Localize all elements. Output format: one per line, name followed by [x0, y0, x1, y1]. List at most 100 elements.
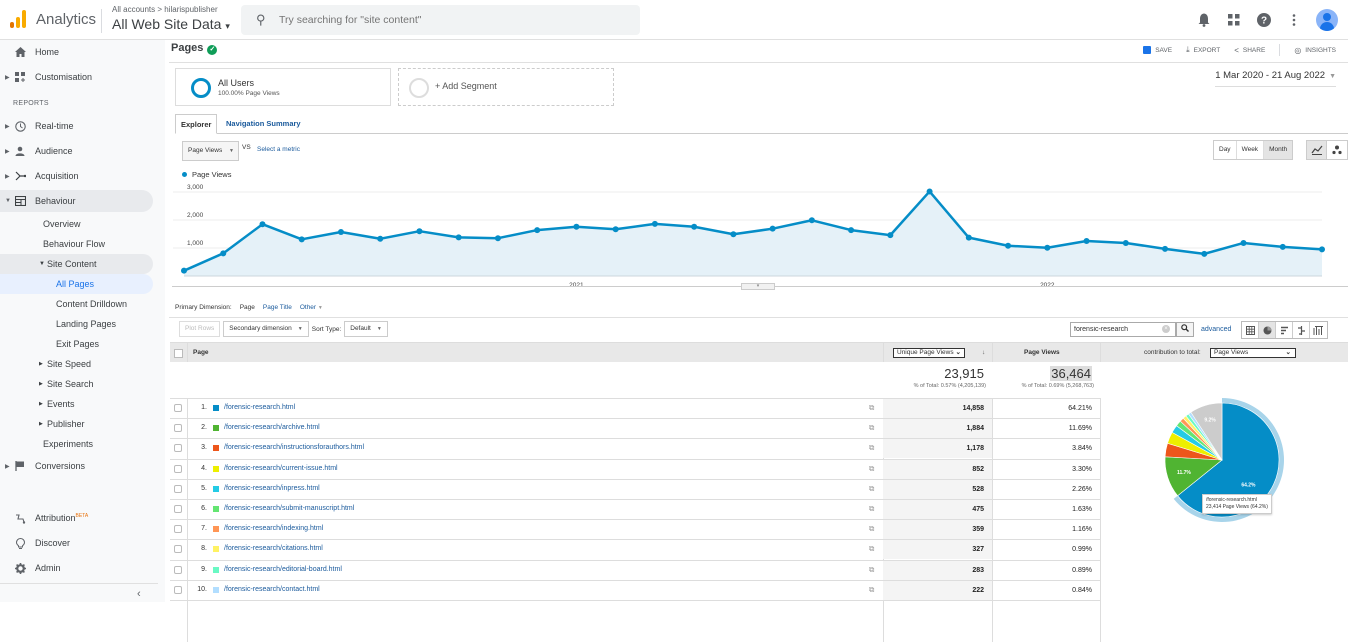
- open-page-icon[interactable]: ⧉: [869, 524, 874, 534]
- row-checkbox[interactable]: [174, 585, 182, 594]
- data-point[interactable]: [1319, 246, 1325, 253]
- advanced-filter-link[interactable]: advanced: [1201, 326, 1231, 333]
- data-point[interactable]: [1044, 244, 1051, 251]
- page-link[interactable]: /forensic-research/indexing.html: [224, 525, 323, 532]
- row-checkbox[interactable]: [174, 404, 182, 412]
- sidebar-item-customisation[interactable]: ▶ Customisation: [0, 66, 153, 88]
- open-page-icon[interactable]: ⧉: [869, 423, 874, 433]
- week-button[interactable]: Week: [1236, 141, 1265, 159]
- property-selector[interactable]: All Web Site Data ▾: [112, 16, 230, 32]
- data-point[interactable]: [494, 235, 501, 242]
- tab-navigation-summary[interactable]: Navigation Summary: [221, 114, 306, 134]
- account-breadcrumb[interactable]: All accounts > hilarispublisher: [112, 5, 218, 14]
- page-link[interactable]: /forensic-research/submit-manuscript.htm…: [224, 505, 354, 512]
- row-checkbox[interactable]: [174, 545, 182, 554]
- sidebar-item-home[interactable]: Home: [0, 41, 153, 63]
- sort-desc-arrow-icon[interactable]: ↓: [982, 349, 985, 356]
- sidebar-item-content-drilldown[interactable]: Content Drilldown: [0, 294, 153, 314]
- sidebar-item-site-speed[interactable]: ▶ Site Speed: [0, 354, 153, 374]
- open-page-icon[interactable]: ⧉: [869, 443, 874, 453]
- sidebar-item-realtime[interactable]: ▶ Real-time: [0, 115, 153, 137]
- add-segment-button[interactable]: + Add Segment: [398, 68, 614, 106]
- metric-selector[interactable]: Page Views ▼: [182, 141, 239, 161]
- data-point[interactable]: [926, 188, 933, 195]
- open-page-icon[interactable]: ⧉: [869, 544, 874, 554]
- dimension-page[interactable]: Page: [240, 304, 255, 311]
- data-point[interactable]: [220, 250, 227, 257]
- date-range-picker[interactable]: 1 Mar 2020 - 21 Aug 2022 ▼: [1215, 70, 1336, 87]
- page-link[interactable]: /forensic-research/editorial-board.html: [224, 566, 342, 573]
- motion-chart-icon[interactable]: [1327, 141, 1347, 159]
- data-point[interactable]: [416, 228, 423, 235]
- page-link[interactable]: /forensic-research/inpress.html: [224, 485, 320, 492]
- pie-chart-view-icon[interactable]: [1259, 322, 1276, 338]
- clear-filter-icon[interactable]: ×: [1162, 325, 1170, 333]
- row-checkbox[interactable]: [174, 525, 182, 534]
- sidebar-item-conversions[interactable]: ▶ Conversions: [0, 455, 153, 477]
- tab-explorer[interactable]: Explorer: [175, 114, 218, 134]
- sidebar-item-admin[interactable]: Admin: [0, 557, 153, 579]
- page-link[interactable]: /forensic-research/current-issue.html: [224, 465, 338, 472]
- data-point[interactable]: [1005, 242, 1012, 249]
- page-link[interactable]: /forensic-research/contact.html: [224, 586, 320, 593]
- dimension-other[interactable]: Other ▼: [300, 304, 323, 311]
- contribution-metric-select[interactable]: Page Views ⌄: [1210, 348, 1296, 358]
- row-checkbox[interactable]: [174, 484, 182, 493]
- performance-view-icon[interactable]: [1276, 322, 1293, 338]
- data-point[interactable]: [181, 267, 187, 274]
- select-all-checkbox[interactable]: [174, 349, 183, 358]
- help-icon[interactable]: ?: [1256, 12, 1272, 28]
- filter-search-button[interactable]: [1176, 322, 1194, 337]
- apps-grid-icon[interactable]: [1226, 12, 1242, 28]
- data-point[interactable]: [298, 236, 305, 243]
- sidebar-item-publisher[interactable]: ▶ Publisher: [0, 414, 153, 434]
- data-point[interactable]: [1240, 239, 1247, 246]
- open-page-icon[interactable]: ⧉: [869, 565, 874, 575]
- export-button[interactable]: ⤓ EXPORT: [1186, 45, 1220, 55]
- data-point[interactable]: [1122, 239, 1129, 246]
- sidebar-item-exit-pages[interactable]: Exit Pages: [0, 334, 153, 354]
- user-avatar[interactable]: [1316, 9, 1338, 31]
- sidebar-item-site-content[interactable]: ▼ Site Content: [0, 254, 153, 274]
- search-input[interactable]: [279, 11, 619, 29]
- page-link[interactable]: /forensic-research/citations.html: [224, 545, 323, 552]
- save-button[interactable]: SAVE: [1143, 46, 1172, 54]
- notifications-bell-icon[interactable]: [1196, 12, 1212, 28]
- data-point[interactable]: [887, 232, 894, 239]
- month-button[interactable]: Month: [1264, 141, 1293, 159]
- data-point[interactable]: [534, 227, 541, 234]
- term-cloud-view-icon[interactable]: [1310, 322, 1327, 338]
- open-page-icon[interactable]: ⧉: [869, 585, 874, 595]
- open-page-icon[interactable]: ⧉: [869, 484, 874, 494]
- day-button[interactable]: Day: [1214, 141, 1237, 159]
- data-point[interactable]: [573, 223, 580, 230]
- row-checkbox[interactable]: [174, 424, 182, 433]
- data-point[interactable]: [455, 234, 462, 241]
- secondary-dimension-dropdown[interactable]: Secondary dimension ▼: [223, 321, 309, 337]
- data-point[interactable]: [1083, 238, 1090, 244]
- sidebar-item-experiments[interactable]: Experiments: [0, 434, 153, 454]
- data-point[interactable]: [377, 235, 384, 242]
- sidebar-item-behaviour-flow[interactable]: Behaviour Flow: [0, 234, 153, 254]
- open-page-icon[interactable]: ⧉: [869, 403, 874, 413]
- sidebar-item-acquisition[interactable]: ▶ Acquisition: [0, 165, 153, 187]
- line-chart-icon[interactable]: [1307, 141, 1327, 159]
- sidebar-item-behaviour[interactable]: ▼ Behaviour: [0, 190, 153, 212]
- plot-rows-button[interactable]: Plot Rows: [179, 321, 221, 337]
- table-filter-input[interactable]: [1070, 322, 1176, 337]
- page-link[interactable]: /forensic-research/instructionsforauthor…: [224, 444, 364, 451]
- row-checkbox[interactable]: [174, 565, 182, 574]
- unique-page-views-column-select[interactable]: Unique Page Views ⌄: [893, 348, 965, 358]
- sidebar-item-landing-pages[interactable]: Landing Pages: [0, 314, 153, 334]
- page-link[interactable]: /forensic-research/archive.html: [224, 424, 320, 431]
- data-point[interactable]: [691, 223, 698, 230]
- data-table-view-icon[interactable]: [1242, 322, 1259, 338]
- share-button[interactable]: < SHARE: [1234, 46, 1265, 55]
- sort-type-dropdown[interactable]: Default ▼: [344, 321, 388, 337]
- page-link[interactable]: /forensic-research.html: [224, 404, 295, 411]
- col-header-page[interactable]: Page: [193, 349, 209, 356]
- segment-all-users[interactable]: All Users 100.00% Page Views: [175, 68, 391, 106]
- row-checkbox[interactable]: [174, 505, 182, 513]
- row-checkbox[interactable]: [174, 464, 182, 473]
- select-metric-link[interactable]: Select a metric: [257, 146, 300, 153]
